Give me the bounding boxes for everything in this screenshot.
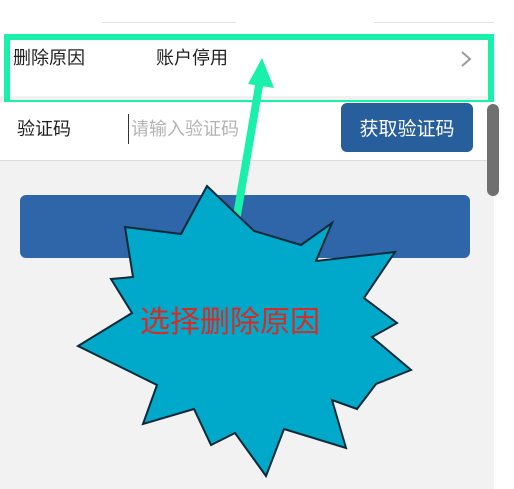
annotation-overlay [75, 58, 413, 479]
annotation-callout-text: 选择删除原因 [140, 305, 320, 340]
annotation-arrow-head [248, 58, 274, 88]
annotation-arrow-shaft [230, 79, 264, 234]
